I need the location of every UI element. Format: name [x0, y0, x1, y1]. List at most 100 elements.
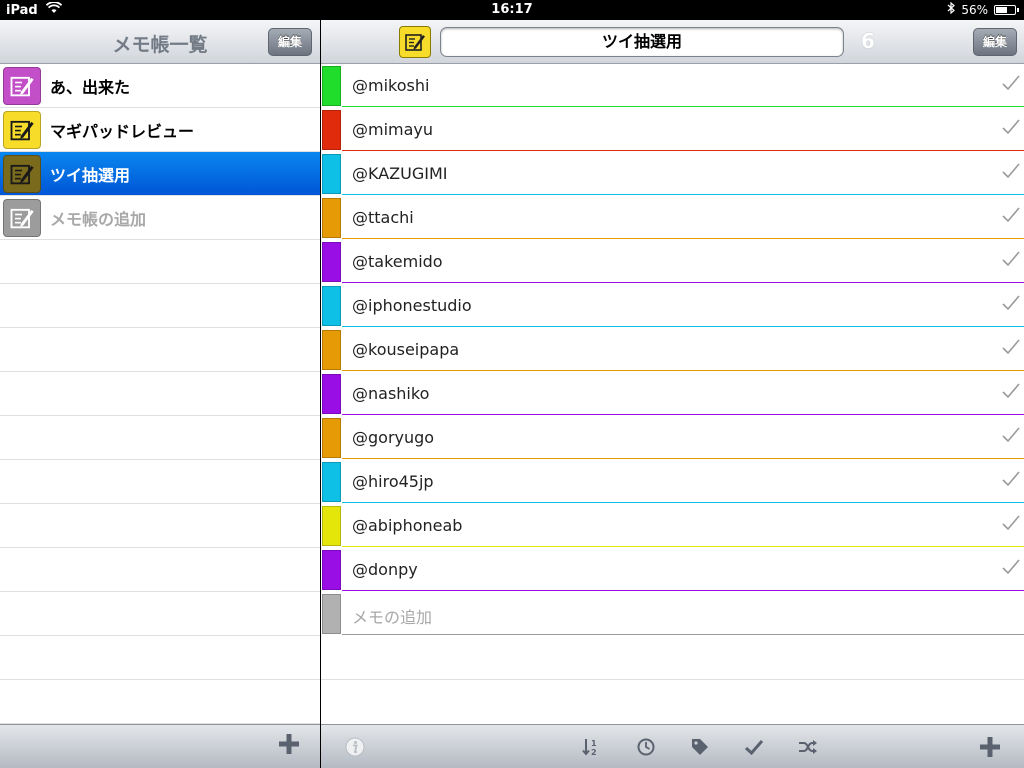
- notebook-row[interactable]: マギパッドレビュー: [0, 108, 320, 152]
- pencil-icon: [405, 34, 425, 51]
- checkmark[interactable]: [1002, 119, 1020, 139]
- memo-underline: [342, 502, 1024, 503]
- memo-row[interactable]: @abiphoneab: [321, 504, 1024, 548]
- color-swatch[interactable]: [322, 66, 341, 106]
- notebook-row[interactable]: あ、出来た: [0, 64, 320, 108]
- notebook-icon: [3, 110, 41, 149]
- check-icon: [1002, 119, 1020, 135]
- add-memo-button[interactable]: [978, 735, 1002, 759]
- plus-icon: [980, 737, 1000, 757]
- sort-button[interactable]: 12: [579, 735, 603, 759]
- checkmark[interactable]: [1002, 383, 1020, 403]
- left-toolbar: [0, 724, 320, 768]
- tag-icon: [692, 739, 708, 755]
- memo-underline: [342, 458, 1024, 459]
- left-edit-button[interactable]: 編集: [267, 28, 312, 56]
- memo-underline: [342, 414, 1024, 415]
- memo-text: @mimayu: [352, 120, 434, 139]
- memo-row[interactable]: @mimayu: [321, 108, 1024, 152]
- notebook-icon[interactable]: [399, 26, 431, 58]
- memo-row[interactable]: @takemido: [321, 240, 1024, 284]
- color-swatch[interactable]: [322, 374, 341, 414]
- color-swatch[interactable]: [322, 198, 341, 238]
- memo-row[interactable]: @KAZUGIMI: [321, 152, 1024, 196]
- check-icon: [1002, 471, 1020, 487]
- add-notebook-button[interactable]: [278, 731, 300, 761]
- empty-row: [321, 636, 1024, 680]
- item-count: 6: [861, 29, 875, 53]
- add-memo-placeholder: メモの追加: [352, 608, 433, 627]
- empty-row: [0, 372, 320, 416]
- color-swatch[interactable]: [322, 286, 341, 326]
- memo-row[interactable]: @iphonestudio: [321, 284, 1024, 328]
- notebook-list-pane: メモ帳一覧 編集 あ、出来た マギパッドレビュー ツイ抽選用 メモ帳の追加: [0, 20, 320, 768]
- color-swatch[interactable]: [322, 330, 341, 370]
- memo-row[interactable]: @ttachi: [321, 196, 1024, 240]
- checkmark[interactable]: [1002, 295, 1020, 315]
- memo-row[interactable]: @mikoshi: [321, 64, 1024, 108]
- tag-button[interactable]: [688, 735, 712, 759]
- checkmark[interactable]: [1002, 471, 1020, 491]
- memo-text: @kouseipapa: [352, 340, 460, 359]
- pencil-icon: [10, 164, 34, 184]
- memo-row[interactable]: @hiro45jp: [321, 460, 1024, 504]
- memo-text: @donpy: [352, 560, 418, 579]
- right-edit-button[interactable]: 編集: [972, 28, 1017, 56]
- pencil-icon: [10, 208, 34, 228]
- checkmark[interactable]: [1002, 163, 1020, 183]
- checkmark[interactable]: [1002, 251, 1020, 271]
- memo-underline: [342, 326, 1024, 327]
- empty-row: [0, 240, 320, 284]
- add-notebook-row[interactable]: メモ帳の追加: [0, 196, 320, 240]
- notebook-label: マギパッドレビュー: [50, 121, 195, 141]
- color-swatch[interactable]: [322, 418, 341, 458]
- checkmark[interactable]: [1002, 515, 1020, 535]
- pencil-icon: [10, 76, 34, 96]
- checkmark[interactable]: [1002, 75, 1020, 95]
- empty-row: [0, 680, 320, 724]
- svg-text:2: 2: [591, 748, 597, 757]
- checkmark[interactable]: [1002, 427, 1020, 447]
- empty-row: [0, 328, 320, 372]
- checkmark[interactable]: [1002, 207, 1020, 227]
- color-swatch[interactable]: [322, 462, 341, 502]
- empty-row: [0, 416, 320, 460]
- memo-underline: [342, 150, 1024, 151]
- clock-button[interactable]: [634, 735, 658, 759]
- checkmark[interactable]: [1002, 339, 1020, 359]
- notebook-icon: [3, 154, 41, 193]
- right-toolbar: 12: [321, 724, 1024, 768]
- empty-row: [0, 592, 320, 636]
- memo-list: @mikoshi @mimayu @KAZUGIMI @ttachi @takemido…: [321, 64, 1024, 680]
- memo-row[interactable]: @donpy: [321, 548, 1024, 592]
- notebook-row[interactable]: ツイ抽選用: [0, 152, 320, 196]
- memo-row[interactable]: @goryugo: [321, 416, 1024, 460]
- svg-text:1: 1: [591, 739, 597, 748]
- check-icon: [1002, 515, 1020, 531]
- memo-row[interactable]: @nashiko: [321, 372, 1024, 416]
- color-swatch[interactable]: [322, 242, 341, 282]
- plus-icon: [279, 734, 299, 754]
- memo-text: @goryugo: [352, 428, 435, 447]
- memo-row[interactable]: @kouseipapa: [321, 328, 1024, 372]
- add-memo-row[interactable]: メモの追加: [321, 592, 1024, 636]
- pencil-icon: [10, 120, 34, 140]
- color-swatch: [322, 594, 341, 634]
- notebook-list: あ、出来たマギパッドレビューツイ抽選用メモ帳の追加: [0, 64, 320, 724]
- memo-underline: [342, 238, 1024, 239]
- check-button[interactable]: [742, 735, 766, 759]
- color-swatch[interactable]: [322, 550, 341, 590]
- color-swatch[interactable]: [322, 110, 341, 150]
- shuffle-button[interactable]: [796, 735, 820, 759]
- notebook-title-field[interactable]: ツイ抽選用: [440, 27, 844, 57]
- color-swatch[interactable]: [322, 154, 341, 194]
- color-swatch[interactable]: [322, 506, 341, 546]
- checkmark[interactable]: [1002, 559, 1020, 579]
- memo-underline: [342, 370, 1024, 371]
- notebook-label: メモ帳の追加: [50, 209, 147, 229]
- clock-icon: [637, 738, 655, 756]
- notebook-icon: [3, 66, 41, 105]
- memo-underline: [342, 194, 1024, 195]
- sort-icon: 12: [582, 739, 597, 757]
- info-button[interactable]: [343, 735, 367, 759]
